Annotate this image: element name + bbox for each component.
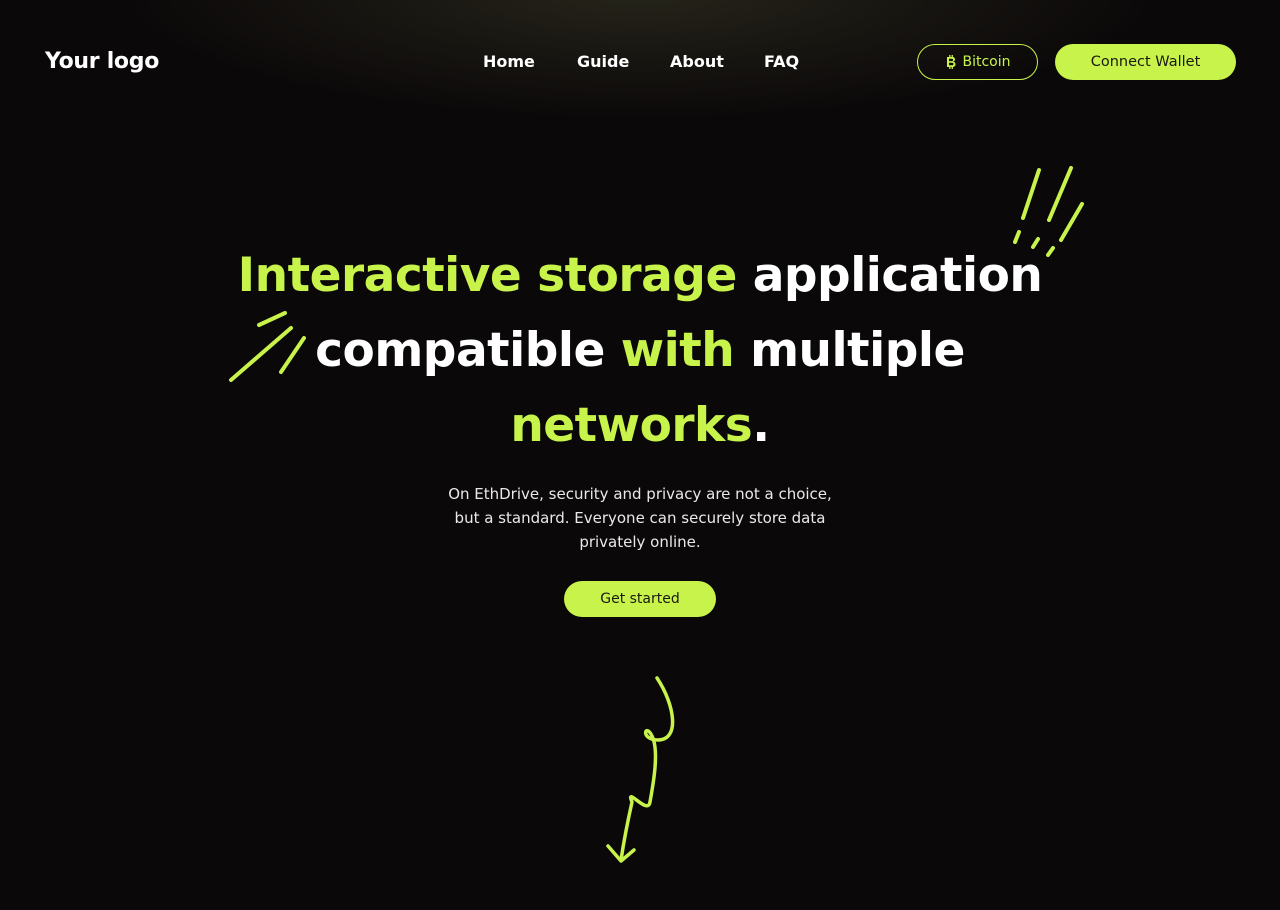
hero-title-text-2b: multiple [734,323,965,378]
hero-title-accent-2: with [620,323,735,378]
landing-page: Your logo Home Guide About FAQ Bitcoin C… [0,0,1280,910]
bitcoin-button[interactable]: Bitcoin [917,44,1038,80]
connect-wallet-button[interactable]: Connect Wallet [1055,44,1236,80]
hero-title-accent-1: Interactive storage [237,248,738,303]
nav-item-home[interactable]: Home [483,49,535,75]
bitcoin-button-label: Bitcoin [962,54,1011,70]
nav-item-guide[interactable]: Guide [577,49,629,75]
hero-title-period: . [752,398,770,453]
hero-title: Interactive storage application compatib… [160,238,1120,463]
nav-item-faq[interactable]: FAQ [764,49,799,75]
hero-title-text-2a: compatible [315,323,621,378]
squiggle-arrow-down-icon [606,676,675,863]
hero-title-accent-3: networks [510,398,753,453]
hero-title-text-1: application [736,248,1043,303]
hero-title-line-2: compatible with multiple [160,313,1120,388]
hero-title-line-3: networks. [160,388,1120,463]
hero-description: On EthDrive, security and privacy are no… [448,485,832,551]
connect-wallet-label: Connect Wallet [1090,54,1201,70]
nav-item-about[interactable]: About [670,49,724,75]
get-started-button[interactable]: Get started [564,581,716,617]
bitcoin-icon [947,55,956,69]
get-started-label: Get started [600,591,680,607]
hero-title-line-1: Interactive storage application [160,238,1120,313]
